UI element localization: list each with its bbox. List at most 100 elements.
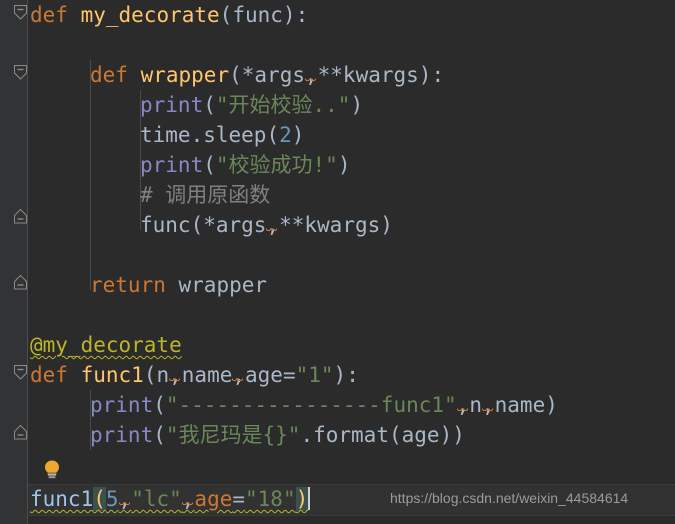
token-dot: . bbox=[190, 123, 204, 147]
token-paren-close: ) bbox=[350, 93, 364, 117]
token-comma-warning: , bbox=[118, 487, 132, 511]
token-arg-n: n bbox=[469, 393, 482, 417]
token-function-name: my_decorate bbox=[80, 3, 220, 27]
text-cursor bbox=[308, 487, 311, 510]
code-line-15[interactable]: print("我尼玛是{}".format(age)) bbox=[90, 420, 465, 450]
token-string-18: "18" bbox=[245, 487, 296, 511]
token-param-args: *args bbox=[241, 63, 305, 87]
token-arg-age: age bbox=[401, 423, 440, 447]
code-line-17[interactable]: func1(5,"lc",age="18") bbox=[30, 484, 311, 514]
token-param-n: n bbox=[156, 363, 170, 387]
token-paren-open-matched: ( bbox=[93, 487, 106, 511]
code-line-13[interactable]: def func1(n,name,age="1"): bbox=[30, 360, 359, 390]
token-comment: # 调用原函数 bbox=[140, 183, 271, 207]
token-paren-open: ( bbox=[143, 363, 157, 387]
token-paren-open: ( bbox=[190, 213, 204, 237]
token-object-time: time bbox=[140, 123, 191, 147]
token-comma-warning: , bbox=[181, 487, 195, 511]
token-string: "----------------func1" bbox=[165, 393, 457, 417]
token-arg-args: *args bbox=[203, 213, 267, 237]
code-editor[interactable]: def my_decorate(func): def wrapper(*args… bbox=[0, 0, 675, 524]
token-call-print: print bbox=[140, 93, 204, 117]
token-paren-open-2: ( bbox=[388, 423, 402, 447]
token-paren-close: ) bbox=[282, 3, 296, 27]
token-number: 2 bbox=[279, 123, 292, 147]
token-paren-close: ) bbox=[452, 423, 465, 447]
fold-marker-end-line-8[interactable] bbox=[13, 208, 28, 224]
token-keyword-def: def bbox=[90, 63, 128, 87]
token-paren-open: ( bbox=[153, 393, 166, 417]
token-paren-close-2: ) bbox=[439, 423, 453, 447]
token-default-value: "1" bbox=[295, 363, 334, 387]
token-call-print: print bbox=[90, 393, 154, 417]
token-keyword-def: def bbox=[30, 3, 68, 27]
code-line-10[interactable]: return wrapper bbox=[90, 270, 267, 300]
token-paren-open: ( bbox=[203, 153, 216, 177]
fold-marker-line-3[interactable] bbox=[13, 64, 28, 80]
token-param-func: func bbox=[232, 3, 283, 27]
token-paren-open: ( bbox=[203, 93, 216, 117]
token-colon: : bbox=[431, 63, 445, 87]
token-paren-close: ) bbox=[418, 63, 432, 87]
token-paren-open: ( bbox=[229, 63, 242, 87]
code-line-6[interactable]: print("校验成功!") bbox=[140, 150, 350, 180]
token-paren-close: ) bbox=[337, 153, 351, 177]
token-param-name: name bbox=[181, 363, 233, 387]
token-comma-warning: , bbox=[304, 63, 318, 87]
token-string-lc: "lc" bbox=[131, 487, 182, 511]
token-arg-name: name bbox=[494, 393, 546, 417]
fold-marker-line-1[interactable] bbox=[13, 4, 28, 20]
token-keyword-def: def bbox=[30, 363, 68, 387]
token-paren-close: ) bbox=[333, 363, 347, 387]
token-comma-warning: , bbox=[169, 363, 182, 387]
token-equals: = bbox=[282, 363, 296, 387]
token-comma-warning: , bbox=[266, 213, 280, 237]
code-line-14[interactable]: print("----------------func1",n,name) bbox=[90, 390, 558, 420]
code-area[interactable]: def my_decorate(func): def wrapper(*args… bbox=[28, 0, 675, 524]
token-call-print: print bbox=[140, 153, 204, 177]
token-param-age: age bbox=[245, 363, 283, 387]
token-paren-close: ) bbox=[291, 123, 305, 147]
token-colon: : bbox=[346, 363, 359, 387]
token-dot: . bbox=[300, 423, 314, 447]
code-line-8[interactable]: func(*args,**kwargs) bbox=[140, 210, 393, 240]
token-keyword-return: return bbox=[90, 273, 166, 297]
token-call-func: func bbox=[140, 213, 191, 237]
lightbulb-icon[interactable] bbox=[42, 459, 60, 479]
watermark-url: https://blog.csdn.net/weixin_44584614 bbox=[390, 490, 629, 506]
token-function-name: func1 bbox=[80, 363, 144, 387]
token-identifier-wrapper: wrapper bbox=[178, 273, 268, 297]
code-line-4[interactable]: print("开始校验..") bbox=[140, 90, 363, 120]
token-comma-warning: , bbox=[481, 393, 495, 417]
token-number: 5 bbox=[105, 487, 119, 511]
token-string: "开始校验.." bbox=[215, 93, 351, 117]
fold-marker-end-line-15[interactable] bbox=[13, 424, 28, 440]
code-line-5[interactable]: time.sleep(2) bbox=[140, 120, 304, 150]
token-paren-open: ( bbox=[266, 123, 280, 147]
token-function-name: wrapper bbox=[140, 63, 230, 87]
indent-guide-1 bbox=[90, 60, 91, 290]
token-string: "校验成功!" bbox=[215, 153, 338, 177]
fold-marker-line-13[interactable] bbox=[13, 364, 28, 380]
code-line-7[interactable]: # 调用原函数 bbox=[140, 180, 270, 210]
token-call-func1: func1 bbox=[30, 487, 94, 511]
token-comma-warning: , bbox=[232, 363, 246, 387]
token-comma-warning: , bbox=[456, 393, 470, 417]
token-paren-close: ) bbox=[380, 213, 393, 237]
token-decorator: @my_decorate bbox=[30, 333, 182, 357]
token-equals: = bbox=[232, 487, 246, 511]
fold-marker-end-line-10[interactable] bbox=[13, 274, 28, 290]
token-kwarg-name: age bbox=[194, 487, 233, 511]
token-param-kwargs: **kwargs bbox=[317, 63, 419, 87]
token-paren-close: ) bbox=[545, 393, 558, 417]
token-string: "我尼玛是{}" bbox=[165, 423, 301, 447]
token-arg-kwargs: **kwargs bbox=[279, 213, 381, 237]
token-paren-close-matched: ) bbox=[295, 487, 309, 511]
code-line-3[interactable]: def wrapper(*args,**kwargs): bbox=[90, 60, 444, 90]
token-method-format: format bbox=[313, 423, 389, 447]
token-colon: : bbox=[295, 3, 309, 27]
token-call-print: print bbox=[90, 423, 154, 447]
token-method-sleep: sleep bbox=[203, 123, 267, 147]
code-line-12[interactable]: @my_decorate bbox=[30, 330, 182, 360]
code-line-1[interactable]: def my_decorate(func): bbox=[30, 0, 308, 30]
